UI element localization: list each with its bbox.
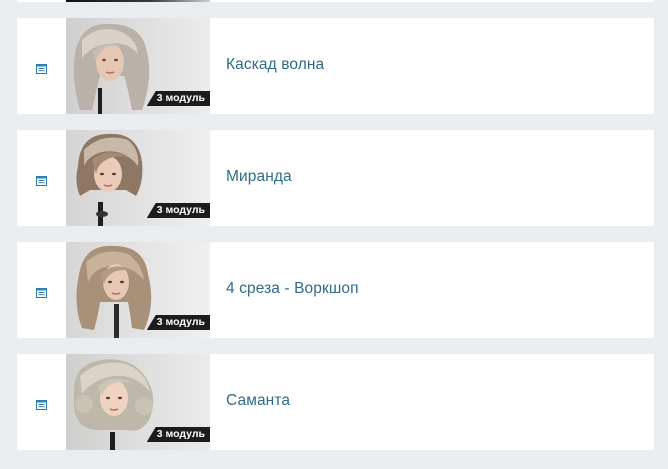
- module-badge: 3 модуль: [146, 91, 210, 106]
- module-badge: 3 модуль: [146, 203, 210, 218]
- document-icon: [36, 173, 47, 186]
- lesson-card[interactable]: 3 модуль Миранда: [17, 130, 654, 226]
- lesson-list: 3 модуль Каскад волна 3 модуль Миранда 3…: [0, 0, 668, 469]
- document-icon: [36, 397, 47, 410]
- document-icon: [36, 285, 47, 298]
- lesson-thumbnail[interactable]: 3 модуль: [66, 354, 210, 450]
- lesson-card[interactable]: 3 модуль 4 среза - Воркшоп: [17, 242, 654, 338]
- module-badge: 3 модуль: [146, 315, 210, 330]
- lesson-thumbnail[interactable]: 3 модуль: [66, 18, 210, 114]
- lesson-title-link[interactable]: 4 среза - Воркшоп: [226, 280, 359, 298]
- document-icon: [36, 61, 47, 74]
- lesson-title-link[interactable]: Саманта: [226, 392, 290, 410]
- module-badge: 3 модуль: [146, 427, 210, 442]
- lesson-thumbnail[interactable]: 3 модуль: [66, 130, 210, 226]
- lesson-card[interactable]: 3 модуль Саманта: [17, 354, 654, 450]
- lesson-card[interactable]: 3 модуль Каскад волна: [17, 18, 654, 114]
- lesson-thumbnail[interactable]: 3 модуль: [66, 242, 210, 338]
- previous-lesson-card-partial[interactable]: [17, 0, 654, 2]
- lesson-title-link[interactable]: Каскад волна: [226, 56, 324, 74]
- lesson-thumbnail-partial: [66, 0, 210, 2]
- lesson-title-link[interactable]: Миранда: [226, 168, 292, 186]
